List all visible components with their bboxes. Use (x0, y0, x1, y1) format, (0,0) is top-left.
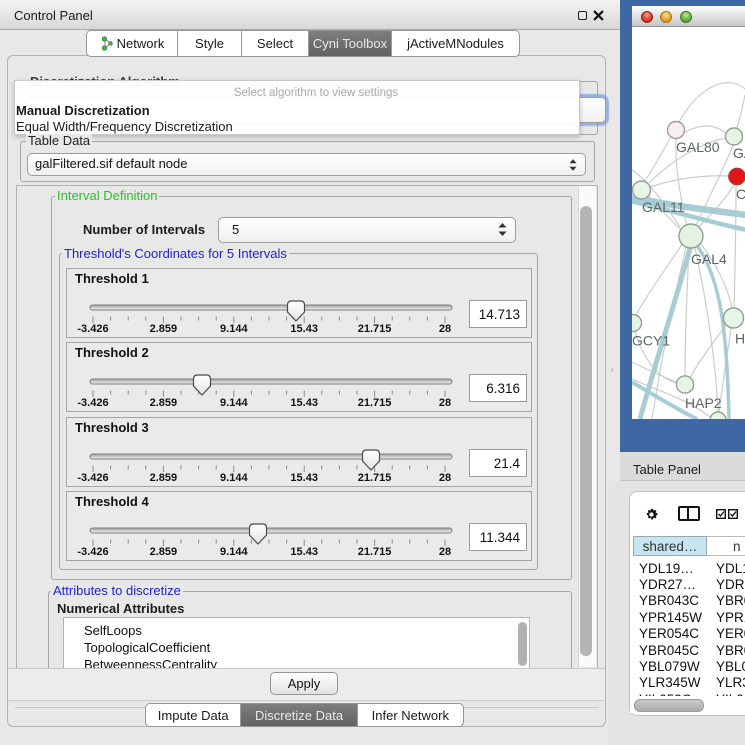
svg-text:-3.426: -3.426 (77, 323, 108, 335)
svg-text:2.859: 2.859 (150, 546, 178, 558)
svg-text:15.43: 15.43 (290, 397, 318, 409)
svg-text:C: C (736, 186, 745, 202)
svg-text:21.715: 21.715 (358, 323, 392, 335)
svg-text:15.43: 15.43 (290, 323, 318, 335)
svg-text:9.144: 9.144 (220, 546, 248, 558)
svg-text:GAL11: GAL11 (642, 199, 685, 215)
svg-text:9.144: 9.144 (220, 472, 248, 484)
svg-text:GAL80: GAL80 (676, 139, 720, 155)
svg-text:28: 28 (439, 397, 451, 409)
svg-text:2.859: 2.859 (150, 323, 178, 335)
svg-text:28: 28 (439, 546, 451, 558)
svg-text:-3.426: -3.426 (77, 397, 108, 409)
svg-text:21.715: 21.715 (358, 472, 392, 484)
svg-text:-3.426: -3.426 (77, 546, 108, 558)
svg-text:21.715: 21.715 (358, 546, 392, 558)
svg-text:28: 28 (439, 323, 451, 335)
svg-text:21.715: 21.715 (358, 397, 392, 409)
svg-text:H: H (735, 331, 745, 347)
svg-text:15.43: 15.43 (290, 472, 318, 484)
svg-text:9.144: 9.144 (220, 323, 248, 335)
svg-text:2.859: 2.859 (150, 472, 178, 484)
svg-text:28: 28 (439, 472, 451, 484)
svg-text:GCY1: GCY1 (632, 333, 670, 349)
svg-text:15.43: 15.43 (290, 546, 318, 558)
svg-text:GA: GA (733, 145, 745, 161)
svg-text:HAP2: HAP2 (685, 395, 722, 411)
svg-text:9.144: 9.144 (220, 397, 248, 409)
svg-text:-3.426: -3.426 (77, 472, 108, 484)
svg-text:GAL4: GAL4 (691, 251, 727, 267)
svg-text:2.859: 2.859 (150, 397, 178, 409)
